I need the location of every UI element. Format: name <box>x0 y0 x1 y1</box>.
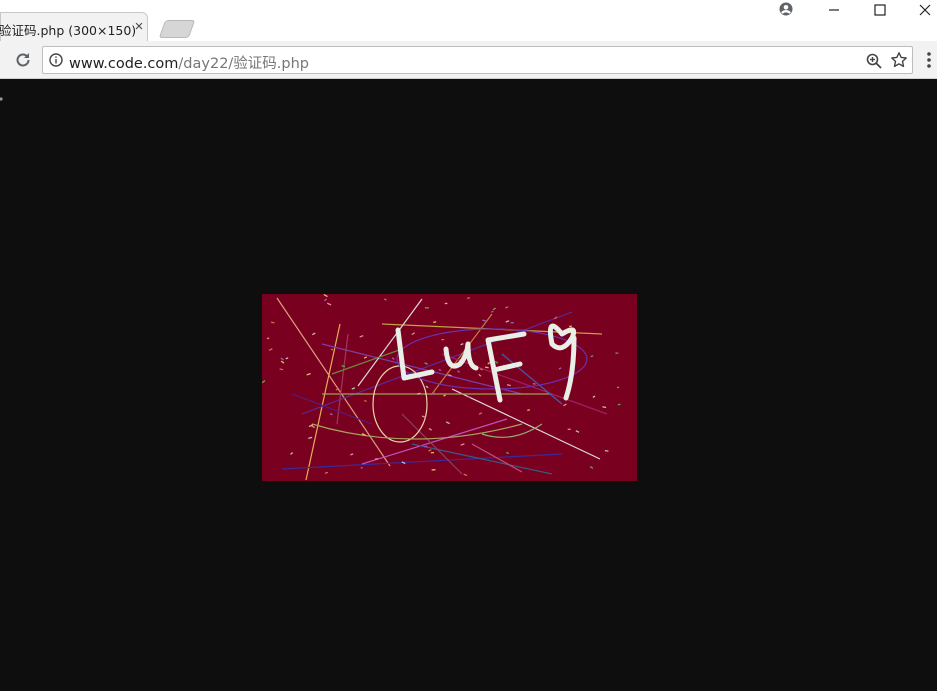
captcha-noise-dot <box>360 466 363 469</box>
captcha-noise-dot <box>482 319 486 322</box>
captcha-noise-dot <box>527 409 530 411</box>
address-bar[interactable]: www.code.com/day22/验证码.php <box>42 46 913 74</box>
new-tab-button[interactable] <box>158 20 196 38</box>
captcha-noise-dot <box>447 374 452 377</box>
reload-icon[interactable] <box>13 50 33 70</box>
captcha-noise-dot <box>617 403 621 406</box>
tab-close-icon[interactable]: × <box>129 17 149 37</box>
title-bar: 验证码.php (300×150) × <box>0 0 937 41</box>
captcha-noise-dot <box>266 337 270 340</box>
captcha-noise-dot <box>491 310 494 313</box>
profile-icon[interactable] <box>779 2 793 16</box>
close-icon <box>919 4 931 16</box>
url-text[interactable]: www.code.com/day22/验证码.php <box>69 52 309 73</box>
captcha-noise-dot <box>532 382 536 385</box>
close-window-button[interactable] <box>903 0 937 22</box>
browser-tab[interactable]: 验证码.php (300×150) × <box>0 12 148 41</box>
site-info-icon[interactable] <box>49 53 63 67</box>
captcha-noise-dot <box>506 384 511 387</box>
captcha-noise-dot <box>329 413 333 416</box>
captcha-noise-dot <box>364 399 367 402</box>
captcha-noise-dot <box>438 368 442 372</box>
menu-dots-icon[interactable] <box>925 51 933 71</box>
captcha-noise-dot <box>467 297 470 300</box>
captcha-noise-dot <box>602 406 607 409</box>
maximize-icon <box>874 4 886 16</box>
zoom-icon[interactable] <box>865 52 883 70</box>
captcha-noise-dot <box>341 365 346 368</box>
captcha-noise-dot <box>484 366 489 369</box>
captcha-noise-dot <box>285 357 289 360</box>
browser-toolbar: www.code.com/day22/验证码.php <box>0 41 937 101</box>
tab-title: 验证码.php (300×150) <box>0 23 137 38</box>
url-host: www.code.com <box>69 56 179 72</box>
captcha-noise-dot <box>433 321 437 324</box>
captcha-background <box>262 294 637 481</box>
minimize-icon <box>829 9 839 11</box>
minimize-button[interactable] <box>812 0 856 22</box>
captcha-noise-dot <box>384 298 387 301</box>
captcha-noise-dot <box>416 392 421 395</box>
captcha-noise-dot <box>604 449 609 452</box>
maximize-button[interactable] <box>858 0 902 22</box>
back-arrow-icon[interactable] <box>0 93 6 107</box>
bookmark-star-icon[interactable] <box>890 51 908 69</box>
captcha-noise-dot <box>308 436 313 439</box>
captcha-noise-dot <box>279 368 284 371</box>
captcha-image <box>262 294 637 481</box>
captcha-noise-dot <box>270 321 275 324</box>
url-path: /day22/验证码.php <box>178 56 310 72</box>
